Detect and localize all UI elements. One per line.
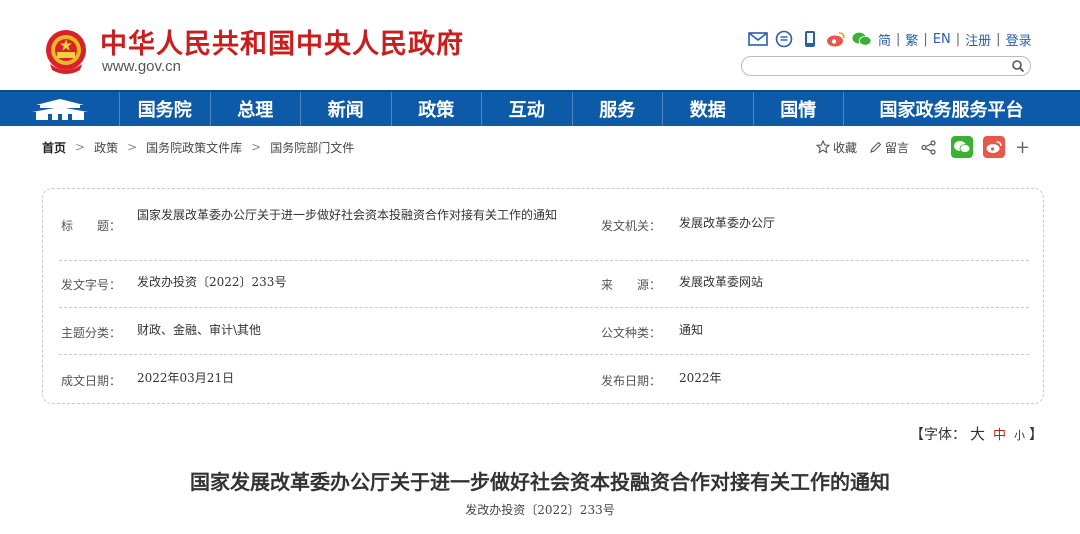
source-label: 来 源： xyxy=(601,278,662,292)
nav-item-data[interactable]: 数据 xyxy=(663,92,754,126)
share-icon xyxy=(921,139,936,155)
login-link[interactable]: 登录 xyxy=(1006,30,1032,49)
type-value: 通知 xyxy=(679,323,704,337)
info-row-dates: 成文日期： 2022年03月21日 发布日期： 2022年 xyxy=(59,355,1029,401)
doc-no-label: 发文字号： xyxy=(61,278,122,292)
category-label: 主题分类： xyxy=(61,326,122,340)
separator: | xyxy=(996,31,1001,47)
comment-label: 留言 xyxy=(885,140,910,155)
breadcrumb-home[interactable]: 首页 xyxy=(42,139,66,156)
site-header: 中华人民共和国中央人民政府 www.gov.cn 简 | 繁 | EN | 注册… xyxy=(0,0,1080,90)
breadcrumb-policy-library[interactable]: 国务院政策文件库 xyxy=(146,139,242,156)
nav-item-premier[interactable]: 总理 xyxy=(211,92,301,126)
separator: | xyxy=(923,31,928,47)
info-row-title: 标 题： 国家发展改革委办公厅关于进一步做好社会资本投融资合作对接有关工作的通知… xyxy=(59,203,1029,261)
more-share-button[interactable]: + xyxy=(1015,137,1030,158)
site-url[interactable]: www.gov.cn xyxy=(102,58,181,75)
wechat-icon xyxy=(954,141,971,153)
nav-home[interactable] xyxy=(0,92,120,126)
document-title: 国家发展改革委办公厅关于进一步做好社会资本投融资合作对接有关工作的通知 xyxy=(190,470,890,494)
title-label: 标 题： xyxy=(61,219,122,233)
nav-item-news[interactable]: 新闻 xyxy=(301,92,392,126)
written-date-label: 成文日期： xyxy=(61,374,122,388)
category-value: 财政、金融、审计\其他 xyxy=(137,323,262,337)
document-info-table: 标 题： 国家发展改革委办公厅关于进一步做好社会资本投融资合作对接有关工作的通知… xyxy=(42,188,1044,404)
lang-english-link[interactable]: EN xyxy=(933,32,951,47)
main-nav: 国务院 总理 新闻 政策 互动 服务 数据 国情 国家政务服务平台 xyxy=(0,90,1080,126)
info-row-docno: 发文字号： 发改办投资〔2022〕233号 来 源： 发展改革委网站 xyxy=(59,261,1029,308)
site-name[interactable]: 中华人民共和国中央人民政府 xyxy=(100,22,464,61)
share-button[interactable] xyxy=(921,139,939,155)
search-box xyxy=(741,56,1031,77)
national-emblem-icon xyxy=(46,30,86,74)
mobile-icon[interactable] xyxy=(800,29,820,49)
type-label: 公文种类： xyxy=(601,326,662,340)
weibo-icon xyxy=(986,141,1002,153)
comment-button[interactable]: 留言 xyxy=(869,139,909,156)
chevron-right-icon: > xyxy=(127,140,138,154)
chevron-right-icon: > xyxy=(75,140,86,154)
document-number: 发改办投资〔2022〕233号 xyxy=(465,503,615,517)
share-wechat-button[interactable] xyxy=(951,136,974,158)
nav-item-interaction[interactable]: 互动 xyxy=(482,92,573,126)
top-links: 简 | 繁 | EN | 注册 | 登录 xyxy=(748,28,1032,50)
issuer-label: 发文机关： xyxy=(601,219,662,233)
tiananmen-icon xyxy=(31,99,88,120)
lang-traditional-link[interactable]: 繁 xyxy=(905,30,918,49)
publish-date-label: 发布日期： xyxy=(601,374,662,388)
nav-item-national-info[interactable]: 国情 xyxy=(754,92,844,126)
register-link[interactable]: 注册 xyxy=(965,30,991,49)
favorite-button[interactable]: 收藏 xyxy=(816,139,857,156)
publish-date-value: 2022年 xyxy=(679,371,722,385)
font-size-control: 【字体： 大 中 小 】 xyxy=(910,423,1043,444)
written-date-value: 2022年03月21日 xyxy=(137,371,235,385)
font-size-small[interactable]: 小 xyxy=(1014,427,1025,443)
separator: | xyxy=(896,31,901,47)
nav-item-services[interactable]: 服务 xyxy=(573,92,663,126)
font-size-bracket: 】 xyxy=(1029,427,1044,443)
email-icon[interactable] xyxy=(748,29,768,49)
nav-item-state-council[interactable]: 国务院 xyxy=(120,92,211,126)
font-size-large[interactable]: 大 xyxy=(970,423,985,444)
nav-item-policy[interactable]: 政策 xyxy=(392,92,482,126)
weibo-icon[interactable] xyxy=(826,29,846,49)
nav-item-service-platform[interactable]: 国家政务服务平台 xyxy=(844,92,1059,126)
title-value: 国家发展改革委办公厅关于进一步做好社会资本投融资合作对接有关工作的通知 xyxy=(137,208,558,222)
doc-no-value: 发改办投资〔2022〕233号 xyxy=(137,275,287,289)
chat-icon[interactable] xyxy=(774,29,794,49)
share-weibo-button[interactable] xyxy=(983,136,1006,158)
font-size-label: 【字体： xyxy=(910,427,966,443)
chevron-right-icon: > xyxy=(251,140,262,154)
share-toolbar: 收藏 留言 + xyxy=(816,134,1042,160)
breadcrumb-policy[interactable]: 政策 xyxy=(94,139,118,156)
favorite-label: 收藏 xyxy=(833,140,858,155)
breadcrumb-department-docs[interactable]: 国务院部门文件 xyxy=(270,139,354,156)
info-row-category: 主题分类： 财政、金融、审计\其他 公文种类： 通知 xyxy=(59,308,1029,355)
separator: | xyxy=(955,31,961,47)
wechat-icon[interactable] xyxy=(852,29,872,49)
source-value: 发展改革委网站 xyxy=(679,275,764,289)
search-input[interactable] xyxy=(754,59,1004,77)
font-size-medium[interactable]: 中 xyxy=(993,424,1006,443)
lang-simplified-link[interactable]: 简 xyxy=(878,30,891,49)
issuer-value: 发展改革委办公厅 xyxy=(679,216,776,230)
star-icon xyxy=(816,140,830,154)
search-icon[interactable] xyxy=(1010,58,1026,74)
pencil-icon xyxy=(870,141,882,153)
breadcrumb: 首页 > 政策 > 国务院政策文件库 > 国务院部门文件 xyxy=(42,138,354,156)
